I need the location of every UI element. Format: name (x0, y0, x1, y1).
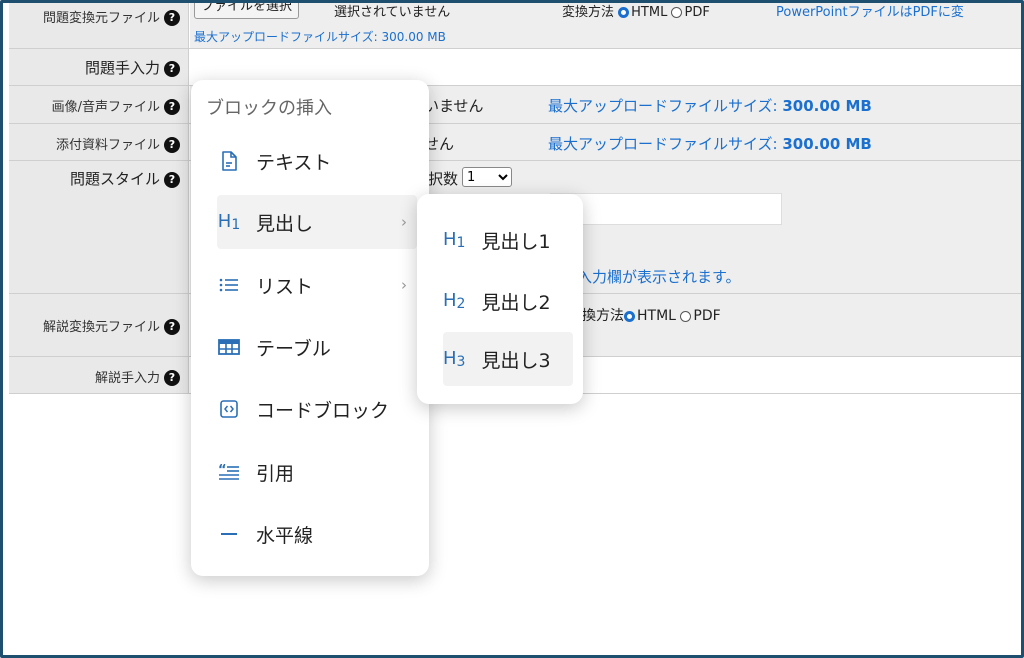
row-label: 添付資料ファイル? (9, 124, 189, 160)
chevron-right-icon: › (401, 276, 407, 294)
row-label-text: 添付資料ファイル (55, 138, 160, 153)
submenu-item-heading-3[interactable]: H3 見出し3 (443, 332, 573, 386)
input-notice: ト入力欄が表示されます。 (562, 268, 741, 286)
heading-submenu: H1 見出し1 H2 見出し2 H3 見出し3 (417, 194, 583, 404)
heading-2-icon: H2 (443, 290, 466, 312)
menu-item-list[interactable]: リスト › (217, 258, 417, 312)
help-icon[interactable]: ? (164, 136, 180, 153)
menu-item-table[interactable]: テーブル (217, 320, 417, 374)
block-insert-menu: ブロックの挿入 テキスト H1 見出し › リスト › テーブル コードブロック… (191, 80, 429, 576)
row-question-manual-input: 問題手入力? (9, 49, 1021, 86)
svg-text:“: “ (218, 464, 227, 478)
radio-pdf[interactable] (680, 310, 692, 322)
radio-html-label: HTML (637, 308, 676, 324)
radio-html-label: HTML (631, 5, 668, 20)
row-question-source-file: 問題変換元ファイル? ファイルを選択 選択されていません 変換方法 HTML P… (9, 3, 1021, 49)
convert-method-label: 変換方法 HTML PDF (562, 5, 710, 20)
menu-item-horizontal-rule[interactable]: 水平線 (217, 507, 417, 561)
radio-html[interactable] (624, 310, 635, 322)
file-status-text: いません (424, 97, 484, 115)
row-label-text: 解説手入力 (94, 371, 160, 386)
submenu-item-label: 見出し1 (481, 230, 551, 253)
row-label: 問題スタイル? (9, 161, 189, 293)
menu-item-label: リスト (256, 275, 314, 298)
style-text-input[interactable] (550, 193, 782, 225)
help-icon[interactable]: ? (164, 318, 180, 335)
submenu-item-label: 見出し2 (481, 291, 551, 314)
menu-item-label: 水平線 (256, 524, 314, 547)
help-icon[interactable]: ? (164, 171, 180, 188)
choice-count-label: 択数 (428, 170, 459, 188)
chevron-right-icon: › (401, 213, 407, 231)
radio-pdf-label: PDF (693, 308, 721, 324)
help-icon[interactable]: ? (164, 60, 180, 77)
max-upload-size: 最大アップロードファイルサイズ: 300.00 MB (548, 135, 872, 153)
powerpoint-link[interactable]: PowerPointファイルはPDFに変 (776, 3, 964, 20)
quote-icon: “ (217, 464, 241, 480)
radio-pdf-label: PDF (684, 5, 710, 20)
menu-item-code-block[interactable]: コードブロック (217, 382, 417, 436)
row-media-file: 画像/音声ファイル? いません 最大アップロードファイルサイズ: 300.00 … (9, 86, 1021, 124)
row-label: 解説手入力? (9, 357, 189, 393)
convert-method-label: 換方法 HTML PDF (582, 308, 721, 324)
block-menu-title: ブロックの挿入 (206, 98, 332, 119)
max-upload-size: 最大アップロードファイルサイズ: 300.00 MB (548, 97, 872, 115)
heading-1-icon: H1 (443, 229, 466, 251)
menu-item-label: 引用 (256, 462, 295, 485)
row-label: 画像/音声ファイル? (9, 86, 189, 123)
list-icon (217, 278, 241, 292)
menu-item-text[interactable]: テキスト (217, 134, 417, 188)
row-attachment-file: 添付資料ファイル? せん 最大アップロードファイルサイズ: 300.00 MB (9, 124, 1021, 161)
menu-item-heading[interactable]: H1 見出し › (217, 195, 417, 249)
row-label: 問題手入力? (9, 49, 189, 85)
max-upload-size: 最大アップロードファイルサイズ: 300.00 MB (194, 30, 446, 44)
help-icon[interactable]: ? (164, 9, 180, 26)
row-label-text: 問題手入力 (84, 59, 160, 77)
table-icon (217, 339, 241, 355)
file-status-text: 選択されていません (334, 5, 451, 20)
row-label-text: 問題スタイル (69, 170, 160, 188)
help-icon[interactable]: ? (164, 98, 180, 115)
row-label: 問題変換元ファイル? (9, 3, 189, 48)
submenu-item-label: 見出し3 (481, 349, 551, 372)
menu-item-label: テキスト (256, 151, 332, 174)
radio-pdf[interactable] (671, 7, 683, 18)
row-content: ファイルを選択 選択されていません 変換方法 HTML PDF PowerPoi… (190, 3, 1021, 48)
row-label-text: 解説変換元ファイル (42, 320, 160, 335)
heading-icon: H1 (217, 211, 241, 233)
app-frame: 問題変換元ファイル? ファイルを選択 選択されていません 変換方法 HTML P… (0, 0, 1024, 658)
menu-item-label: コードブロック (256, 399, 390, 422)
help-icon[interactable]: ? (164, 369, 180, 386)
row-label-text: 画像/音声ファイル (51, 100, 160, 115)
file-select-button[interactable]: ファイルを選択 (194, 3, 300, 19)
code-icon (217, 400, 241, 418)
row-label-text: 問題変換元ファイル (42, 11, 160, 26)
menu-item-quote[interactable]: “ 引用 (217, 445, 417, 499)
submenu-item-heading-1[interactable]: H1 見出し1 (443, 213, 573, 267)
row-label: 解説変換元ファイル? (9, 294, 189, 356)
menu-item-label: 見出し (256, 212, 314, 235)
heading-3-icon: H3 (443, 348, 466, 370)
choice-count-select[interactable]: 1 (462, 167, 512, 187)
radio-html[interactable] (618, 7, 630, 18)
menu-item-label: テーブル (256, 337, 331, 360)
document-icon (217, 151, 241, 171)
horizontal-rule-icon (217, 532, 241, 536)
submenu-item-heading-2[interactable]: H2 見出し2 (443, 274, 573, 328)
